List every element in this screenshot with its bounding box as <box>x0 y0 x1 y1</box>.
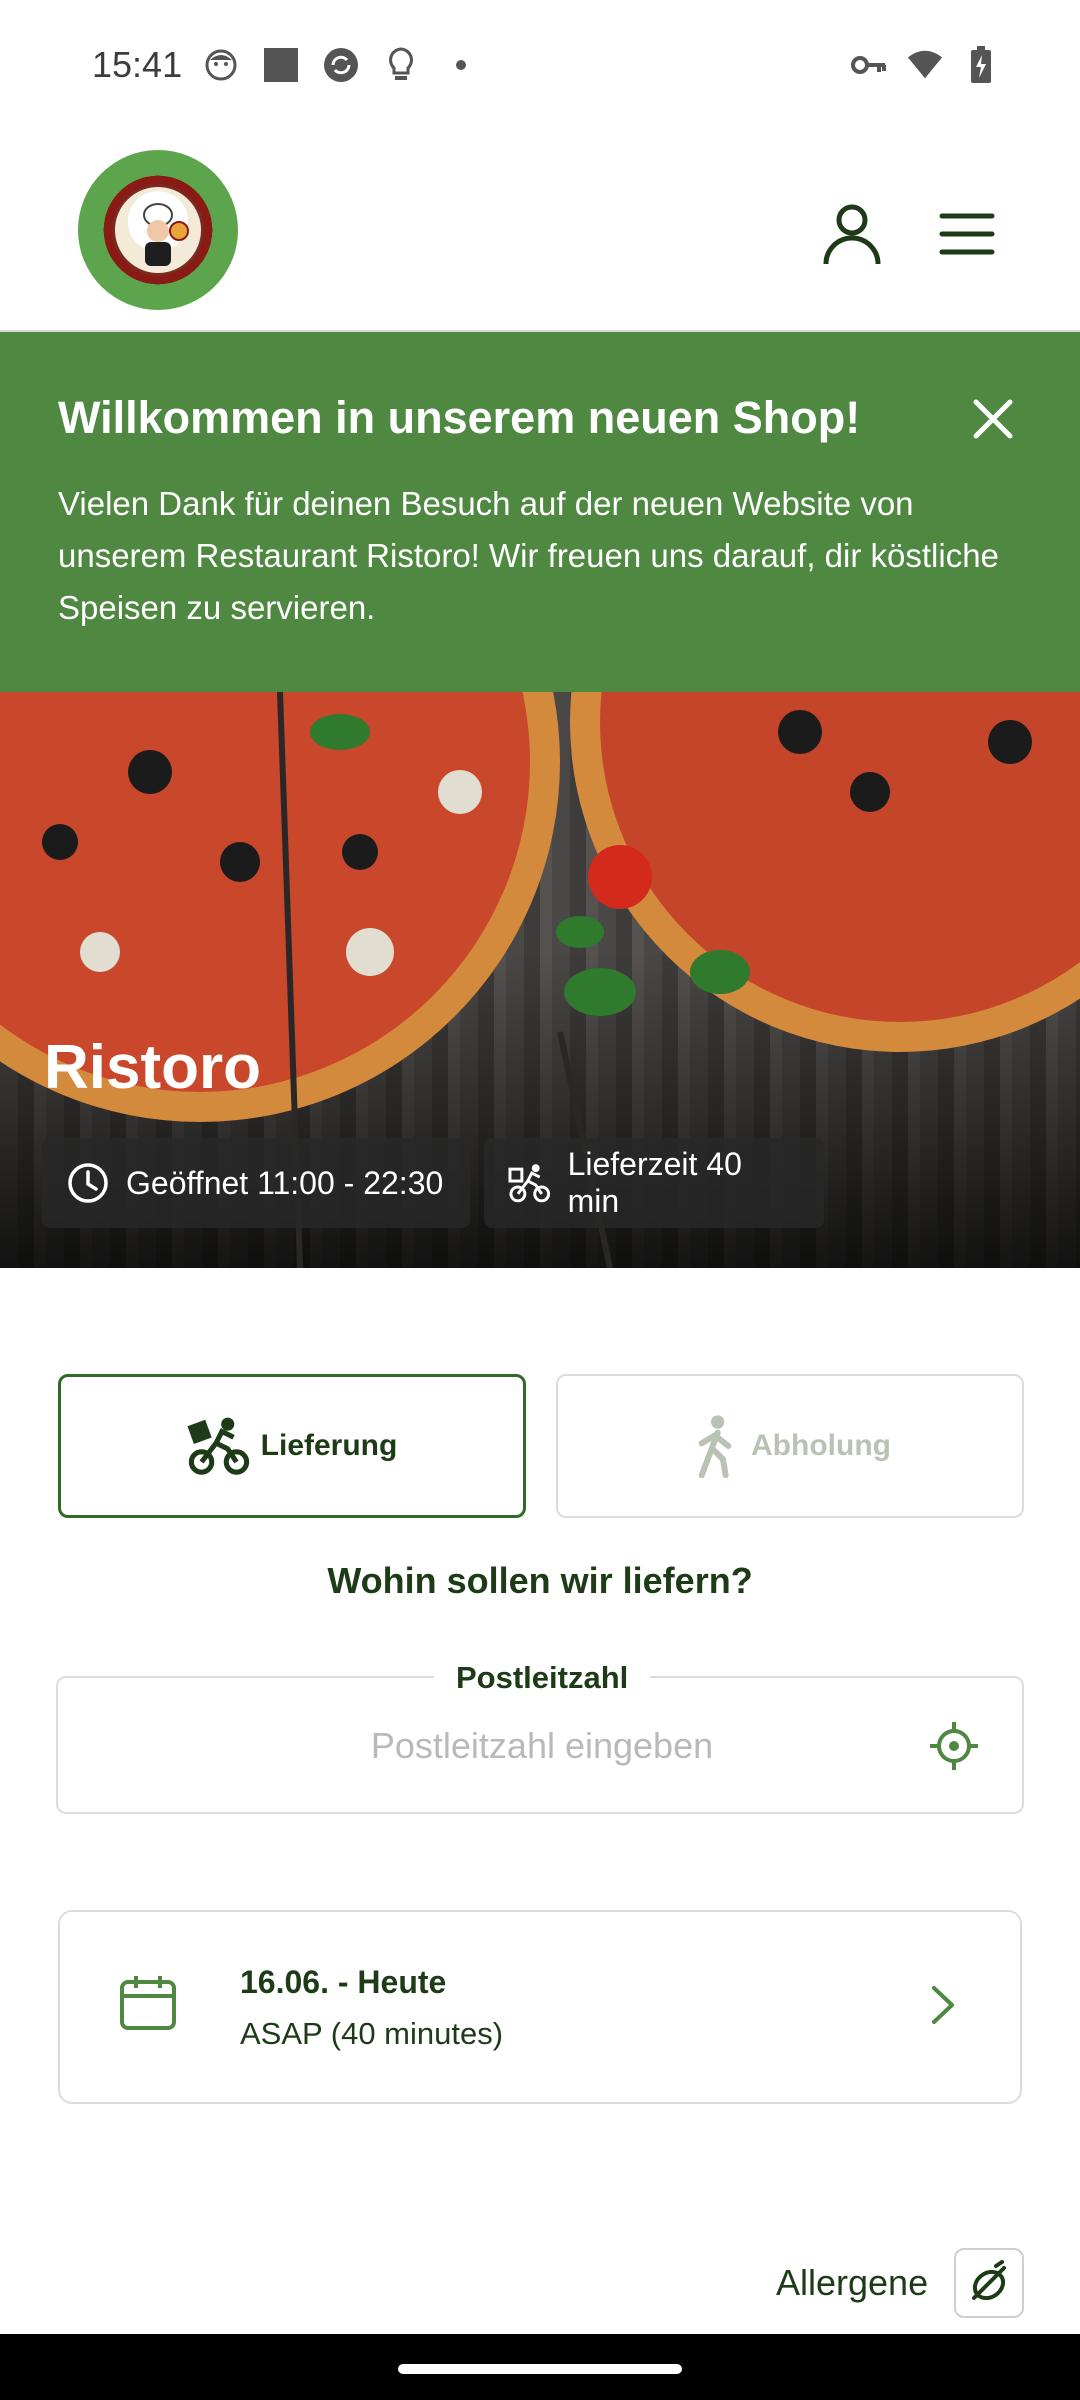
status-system-icons <box>850 46 1000 84</box>
delivery-mode-button[interactable]: Lieferung <box>58 1374 526 1518</box>
delivery-question: Wohin sollen wir liefern? <box>327 1560 753 1601</box>
chevron-right-icon <box>932 1986 954 2024</box>
banner-text: Vielen Dank für deinen Besuch auf der ne… <box>58 485 999 626</box>
account-button[interactable] <box>816 198 888 270</box>
allergens-button[interactable] <box>954 2248 1024 2318</box>
postcode-label: Postleitzahl <box>434 1660 651 1696</box>
restaurant-logo[interactable] <box>78 150 238 310</box>
status-notification-icons <box>202 46 480 84</box>
pickup-mode-label: Abholung <box>751 1429 891 1462</box>
face-icon <box>202 46 240 84</box>
hero-section: Ristoro Geöffnet 11:00 - 22:30 Lieferzei… <box>0 692 1080 1268</box>
bike-courier-icon <box>508 1164 551 1203</box>
schedule-date: 16.06. - Heute <box>240 1964 447 2000</box>
crosshair-icon <box>930 1722 978 1770</box>
status-bar: 15:41 <box>0 0 1080 134</box>
postcode-input[interactable] <box>60 1700 1024 1792</box>
walking-person-icon <box>698 1415 732 1478</box>
home-gesture-handle[interactable] <box>398 2364 682 2374</box>
user-icon <box>823 204 881 265</box>
restaurant-name: Ristoro <box>44 1033 261 1102</box>
menu-button[interactable] <box>934 198 1006 270</box>
square-icon <box>262 46 300 84</box>
banner-title: Willkommen in unserem neuen Shop! <box>58 392 861 443</box>
site-header <box>0 134 1080 332</box>
wifi-icon <box>906 46 944 84</box>
allergens-label[interactable]: Allergene <box>776 2262 928 2304</box>
schedule-time: ASAP (40 minutes) <box>240 2016 504 2051</box>
battery-charging-icon <box>962 46 1000 84</box>
key-icon <box>850 46 888 84</box>
calendar-icon <box>120 1976 176 2030</box>
clock-icon <box>68 1163 108 1203</box>
dot-icon <box>442 46 480 84</box>
menu-icon <box>939 213 995 255</box>
delivery-mode-label: Lieferung <box>260 1429 398 1462</box>
delivery-time-badge: Lieferzeit 40 min <box>484 1138 824 1228</box>
chef-emblem <box>112 184 204 276</box>
schedule-card[interactable]: 16.06. - Heute ASAP (40 minutes) <box>58 1910 1022 2104</box>
status-time: 15:41 <box>92 44 183 85</box>
close-icon <box>973 399 1013 439</box>
pickup-mode-button[interactable]: Abholung <box>556 1374 1024 1518</box>
opening-hours-text: Geöffnet 11:00 - 22:30 <box>126 1164 444 1201</box>
locate-me-button[interactable] <box>928 1720 980 1772</box>
delivery-time-text: Lieferzeit 40 min <box>567 1146 742 1219</box>
bulb-icon <box>382 46 420 84</box>
sync-icon <box>322 46 360 84</box>
opening-hours-badge: Geöffnet 11:00 - 22:30 <box>42 1138 470 1228</box>
welcome-banner: Willkommen in unserem neuen Shop! Vielen… <box>0 332 1080 692</box>
allergen-icon <box>972 2260 1006 2301</box>
bike-courier-icon <box>187 1417 249 1475</box>
close-banner-button[interactable] <box>966 392 1020 446</box>
